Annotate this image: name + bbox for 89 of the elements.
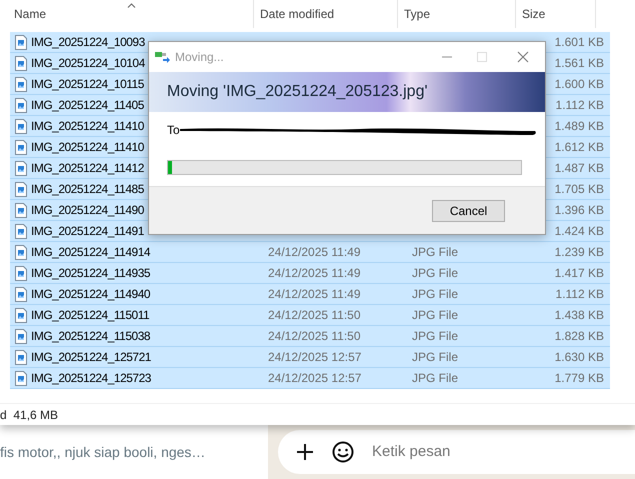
- file-name: IMG_20251224_11491: [31, 223, 144, 240]
- sort-caret-icon: [126, 3, 136, 8]
- file-name: IMG_20251224_11490: [31, 202, 144, 219]
- file-row[interactable]: IMG_20251224_114935 24/12/2025 11:49 JPG File 1.417 KB: [10, 263, 610, 284]
- size-cell-text: 1.489 KB: [554, 118, 604, 135]
- window-title: Moving...: [175, 49, 224, 66]
- file-name: IMG_20251224_114940: [31, 286, 150, 303]
- size-cell-text: 1.487 KB: [554, 160, 604, 177]
- image-file-icon: [15, 160, 27, 176]
- file-row[interactable]: IMG_20251224_115038 24/12/2025 11:50 JPG File 1.828 KB: [10, 326, 610, 347]
- file-name: IMG_20251224_10104: [31, 55, 145, 72]
- file-name: IMG_20251224_11410: [31, 139, 144, 156]
- cancel-button[interactable]: Cancel: [432, 200, 505, 222]
- file-name: IMG_20251224_115011: [31, 307, 150, 324]
- file-row[interactable]: IMG_20251224_114940 24/12/2025 11:49 JPG File 1.112 KB: [10, 284, 610, 305]
- size-cell-text: 1.705 KB: [554, 181, 604, 198]
- file-name: IMG_20251224_115038: [31, 328, 150, 345]
- image-file-icon: [15, 98, 27, 112]
- file-name: IMG_20251224_10115: [31, 76, 144, 93]
- size-cell-text: 1.779 KB: [554, 370, 604, 387]
- size-cell-text: 1.561 KB: [554, 55, 604, 72]
- image-file-icon: [15, 370, 27, 386]
- column-header[interactable]: Type: [398, 0, 516, 28]
- size-cell-text: 1.112 KB: [556, 286, 604, 303]
- date-cell: 24/12/2025 12:57: [268, 350, 362, 364]
- size-cell-text: 1.112 KB: [556, 97, 604, 114]
- file-name: IMG_20251224_114935: [31, 265, 150, 282]
- image-file-icon: [15, 182, 27, 196]
- image-file-icon: [15, 350, 27, 364]
- close-icon[interactable]: [517, 51, 529, 63]
- size-cell-text: 1.828 KB: [554, 328, 604, 345]
- file-name: IMG_20251224_11412: [31, 160, 144, 177]
- file-name: IMG_20251224_11485: [31, 181, 144, 198]
- size-cell-text: 1.438 KB: [554, 307, 604, 324]
- date-cell: 24/12/2025 12:57: [268, 371, 362, 385]
- file-name: IMG_20251224_125721: [31, 349, 151, 366]
- dialog-heading: Moving 'IMG_20251224_205123.jpg': [167, 82, 428, 102]
- size-cell-text: 1.630 KB: [554, 349, 604, 366]
- size-cell-text: 1.424 KB: [554, 223, 604, 240]
- type-cell: JPG File: [412, 266, 458, 280]
- column-header[interactable]: Name: [0, 0, 254, 28]
- column-header[interactable]: Size: [516, 0, 596, 28]
- image-file-icon: [15, 224, 27, 238]
- file-name: IMG_20251224_125723: [31, 370, 151, 387]
- status-text: d 41,6 MB: [0, 406, 58, 424]
- date-cell: 24/12/2025 11:49: [268, 266, 361, 280]
- size-cell-text: 1.417 KB: [554, 265, 604, 282]
- move-icon: [155, 51, 171, 63]
- sticker-icon[interactable]: [332, 441, 354, 463]
- message-field[interactable]: Ketik pesan: [278, 430, 635, 474]
- date-cell: 24/12/2025 11:50: [268, 329, 361, 343]
- file-name: IMG_20251224_11410: [31, 118, 144, 135]
- size-cell-text: 1.239 KB: [554, 244, 604, 261]
- image-file-icon: [15, 76, 27, 92]
- type-cell: JPG File: [412, 350, 458, 364]
- file-row[interactable]: IMG_20251224_125721 24/12/2025 12:57 JPG File 1.630 KB: [10, 347, 610, 368]
- type-cell: JPG File: [412, 329, 458, 343]
- date-cell: 24/12/2025 11:49: [268, 287, 361, 301]
- date-cell: 24/12/2025 11:50: [268, 308, 361, 322]
- size-cell-text: 1.396 KB: [554, 202, 604, 219]
- file-name: IMG_20251224_11405: [31, 97, 144, 114]
- image-file-icon: [15, 286, 27, 302]
- image-file-icon: [15, 328, 27, 344]
- size-cell-text: 1.601 KB: [554, 34, 604, 51]
- plus-icon[interactable]: [296, 443, 314, 461]
- destination-label: To: [167, 122, 180, 139]
- image-file-icon: [15, 56, 27, 70]
- image-file-icon: [15, 308, 27, 322]
- date-cell: 24/12/2025 11:49: [268, 245, 361, 259]
- file-row[interactable]: IMG_20251224_114914 24/12/2025 11:49 JPG File 1.239 KB: [10, 242, 610, 263]
- size-cell-text: 1.600 KB: [554, 76, 604, 93]
- image-file-icon: [15, 140, 27, 154]
- message-placeholder: Ketik pesan: [372, 442, 450, 462]
- image-file-icon: [15, 266, 27, 280]
- file-row[interactable]: IMG_20251224_115011 24/12/2025 11:50 JPG File 1.438 KB: [10, 305, 610, 326]
- image-file-icon: [15, 118, 27, 134]
- file-row[interactable]: IMG_20251224_125723 24/12/2025 12:57 JPG File 1.779 KB: [10, 368, 610, 389]
- type-cell: JPG File: [412, 287, 458, 301]
- type-cell: JPG File: [412, 245, 458, 259]
- type-cell: JPG File: [412, 308, 458, 322]
- file-name: IMG_20251224_114914: [31, 244, 150, 261]
- type-cell: JPG File: [412, 371, 458, 385]
- column-header[interactable]: Date modified: [254, 0, 398, 28]
- chat-preview: fis motor,, njuk siap booli, nges…: [0, 442, 206, 462]
- image-file-icon: [15, 34, 27, 50]
- file-name: IMG_20251224_10093: [31, 34, 145, 51]
- image-file-icon: [15, 244, 27, 260]
- size-cell-text: 1.612 KB: [554, 139, 604, 156]
- image-file-icon: [15, 202, 27, 218]
